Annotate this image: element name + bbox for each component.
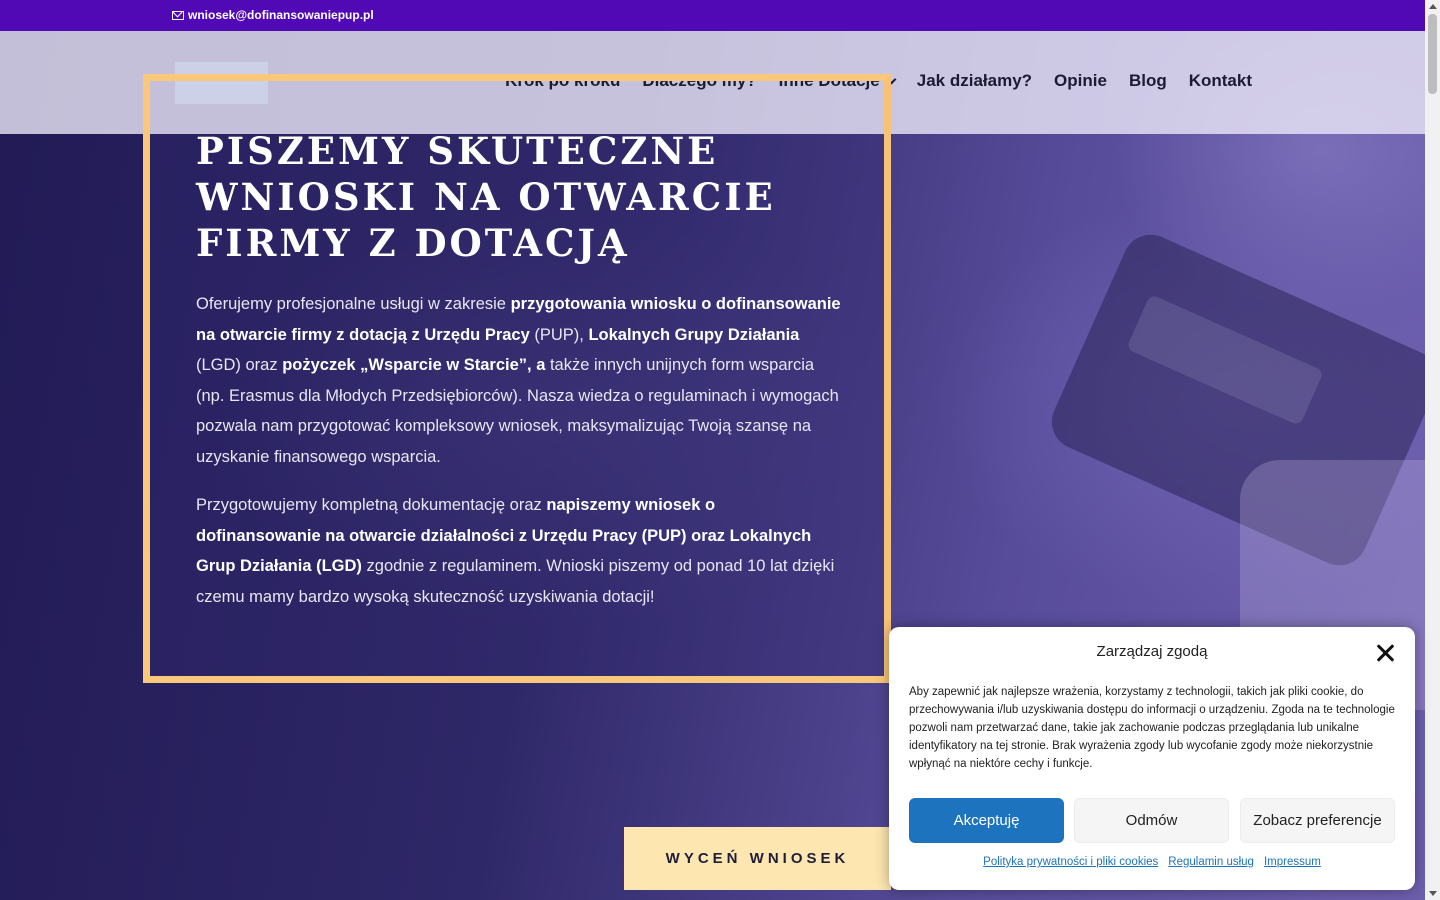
mail-icon <box>172 10 184 20</box>
deny-button[interactable]: Odmów <box>1074 798 1229 843</box>
nav-label: Blog <box>1128 71 1167 90</box>
bold-text: Lokalnych Grupy Działania <box>588 325 800 344</box>
scrollbar-thumb[interactable] <box>1428 14 1437 94</box>
cookie-consent-dialog: Zarządzaj zgodą Aby zapewnić jak najleps… <box>889 627 1415 890</box>
text-span: (LGD) oraz <box>196 356 283 374</box>
nav-label: Krok po kroku <box>505 71 621 90</box>
nav-label: Jak działamy? <box>916 71 1033 90</box>
scroll-down-arrow-icon[interactable] <box>1429 891 1437 896</box>
text-span: Przygotowujemy kompletną dokumentację or… <box>196 496 547 514</box>
nav-item-opinie[interactable]: Opinie <box>1054 71 1107 91</box>
site-header: Krok po kroku Dlaczego my? Inne Dotacje … <box>0 31 1425 134</box>
main-nav: Krok po kroku Dlaczego my? Inne Dotacje … <box>505 71 1252 91</box>
bold-text: pożyczek „Wsparcie w Starcie”, a <box>282 356 546 374</box>
topbar-email-link[interactable]: wniosek@dofinansowaniepup.pl <box>172 8 374 22</box>
nav-label: Dlaczego my? <box>642 71 757 90</box>
topbar-email-text: wniosek@dofinansowaniepup.pl <box>188 8 374 22</box>
hero-paragraph-1: Oferujemy profesjonalne usługi w zakresi… <box>196 289 842 472</box>
preferences-button[interactable]: Zobacz preferencje <box>1240 798 1395 843</box>
nav-label: Opinie <box>1054 71 1107 90</box>
scroll-up-arrow-icon[interactable] <box>1429 4 1437 9</box>
chevron-down-icon <box>886 74 897 84</box>
terms-link[interactable]: Regulamin usług <box>1168 856 1254 868</box>
impressum-link[interactable]: Impressum <box>1264 856 1321 868</box>
site-logo[interactable] <box>175 62 268 104</box>
hero-paragraph-2: Przygotowujemy kompletną dokumentację or… <box>196 490 842 612</box>
nav-item-inne-dotacje[interactable]: Inne Dotacje <box>778 71 897 91</box>
close-icon[interactable] <box>1375 643 1395 663</box>
text-span: (PUP), <box>529 325 589 344</box>
nav-item-blog[interactable]: Blog <box>1129 71 1167 91</box>
nav-label: Kontakt <box>1188 71 1252 90</box>
text-span: Oferujemy profesjonalne usługi w zakresi… <box>196 295 511 313</box>
consent-title: Zarządzaj zgodą <box>1096 643 1208 660</box>
page-scrollbar[interactable] <box>1425 0 1440 900</box>
quote-request-button[interactable]: WYCEŃ WNIOSEK <box>624 827 891 890</box>
top-bar: wniosek@dofinansowaniepup.pl <box>0 0 1425 31</box>
consent-links: Polityka prywatności i pliki cookies Reg… <box>889 856 1415 868</box>
nav-item-jak-dzialamy[interactable]: Jak działamy? <box>917 71 1032 91</box>
nav-label: Inne Dotacje <box>778 71 880 90</box>
consent-message: Aby zapewnić jak najlepsze wrażenia, kor… <box>909 686 1395 770</box>
privacy-policy-link[interactable]: Polityka prywatności i pliki cookies <box>983 856 1158 868</box>
nav-item-krok-po-kroku[interactable]: Krok po kroku <box>505 71 620 91</box>
hero-headline: PISZEMY SKUTECZNE WNIOSKI NA OTWARCIE FI… <box>196 129 776 265</box>
nav-item-kontakt[interactable]: Kontakt <box>1189 71 1252 91</box>
nav-item-dlaczego-my[interactable]: Dlaczego my? <box>642 71 756 91</box>
accept-button[interactable]: Akceptuję <box>909 798 1064 843</box>
